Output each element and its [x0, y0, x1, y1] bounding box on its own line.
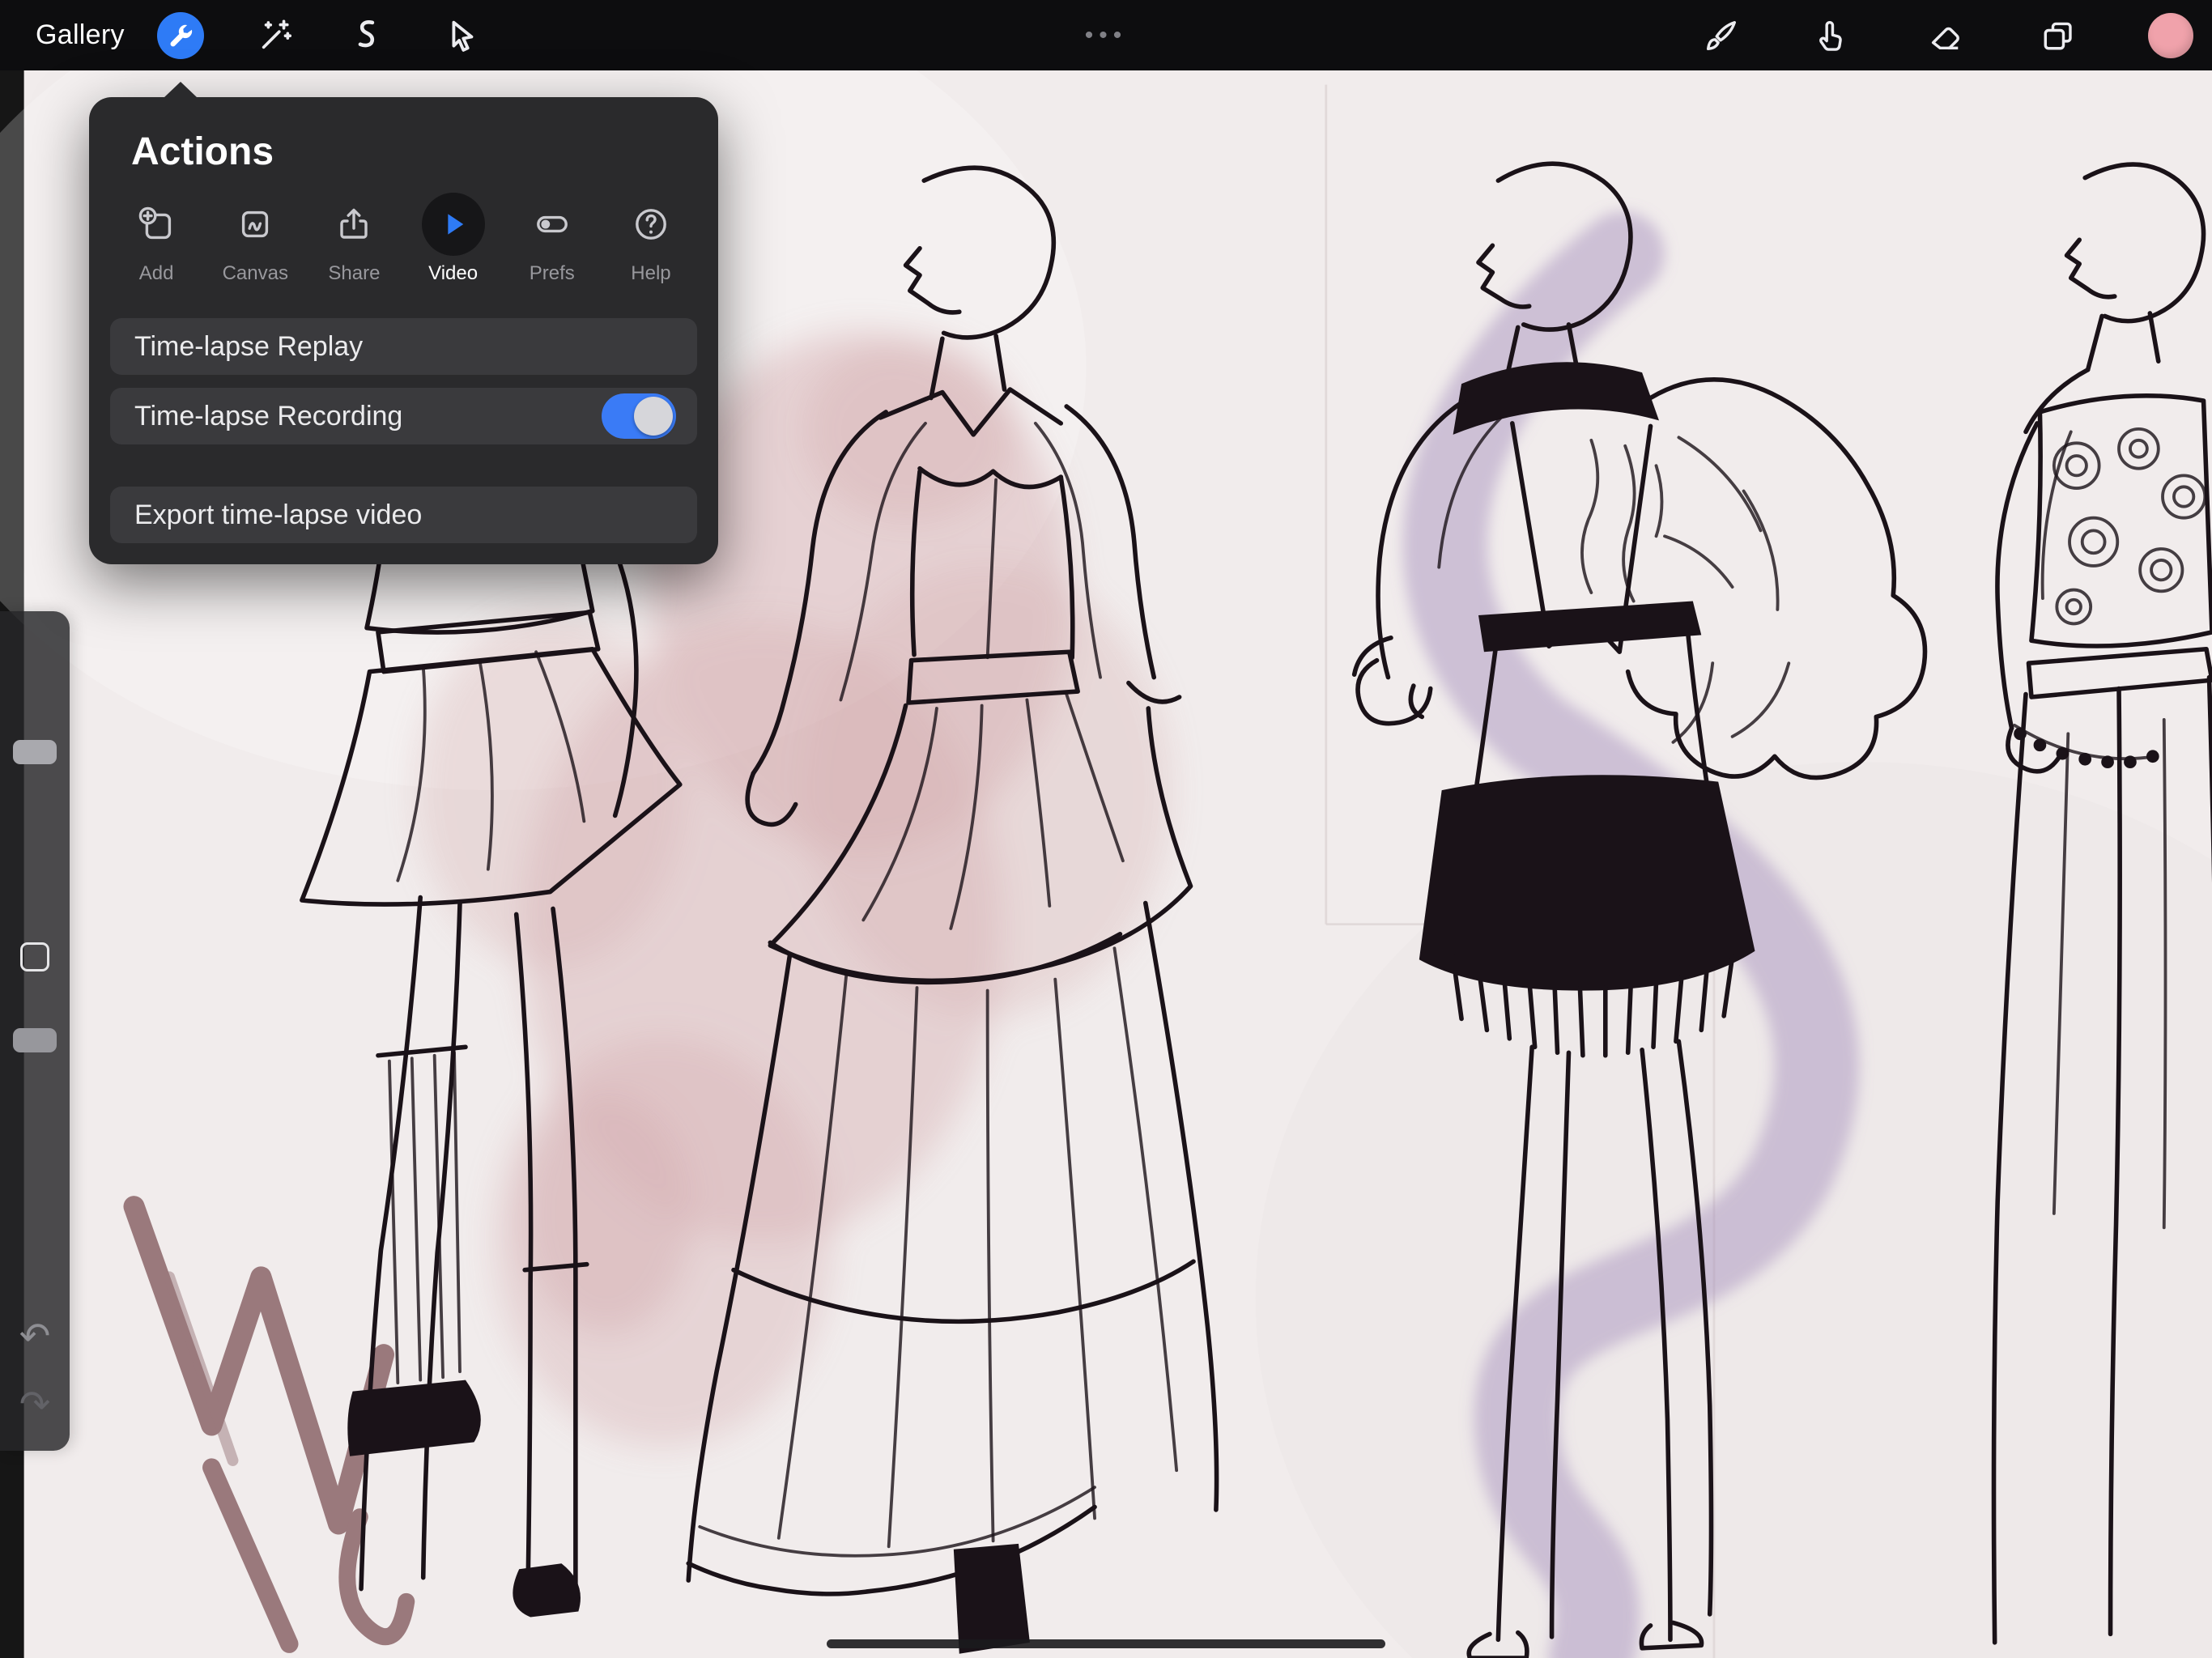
popup-title: Actions	[131, 130, 274, 174]
redo-icon[interactable]: ↷	[19, 1385, 51, 1422]
toggle-knob	[634, 397, 673, 436]
arrow-cursor-icon	[443, 17, 480, 54]
timelapse-recording-toggle[interactable]	[602, 393, 676, 439]
opacity-handle[interactable]	[13, 1028, 57, 1052]
top-toolbar: Gallery •••	[0, 0, 2212, 70]
tab-canvas[interactable]: Canvas	[206, 193, 304, 295]
actions-tabs: Add Canvas Share Video	[107, 193, 700, 295]
add-icon	[137, 205, 176, 244]
sidebar: ↶ ↷	[0, 611, 70, 1451]
tab-prefs[interactable]: Prefs	[503, 193, 602, 295]
brush-size-slider[interactable]	[0, 611, 70, 927]
tab-help[interactable]: Help	[602, 193, 700, 295]
color-swatch	[2148, 13, 2193, 58]
layers-icon	[2040, 17, 2077, 54]
erase-button[interactable]	[1908, 0, 1981, 70]
home-indicator[interactable]	[827, 1639, 1385, 1648]
share-icon	[334, 205, 373, 244]
timelapse-recording-label: Time-lapse Recording	[134, 401, 402, 432]
eraser-icon	[1926, 17, 1963, 54]
layers-button[interactable]	[2022, 0, 2095, 70]
magic-wand-icon	[257, 17, 294, 54]
tab-video[interactable]: Video	[404, 193, 503, 295]
active-tool-highlight	[157, 12, 204, 59]
paint-brush-button[interactable]	[1685, 0, 1758, 70]
help-icon	[632, 205, 670, 244]
opacity-slider[interactable]	[0, 980, 70, 1182]
undo-icon[interactable]: ↶	[19, 1317, 51, 1354]
export-timelapse-label: Export time-lapse video	[134, 500, 422, 531]
wrench-icon	[166, 21, 195, 50]
canvas-options-handle[interactable]: •••	[1070, 0, 1142, 70]
timelapse-replay-row[interactable]: Time-lapse Replay	[110, 318, 697, 375]
actions-button[interactable]	[144, 0, 217, 70]
timelapse-replay-label: Time-lapse Replay	[134, 331, 363, 363]
timelapse-recording-row: Time-lapse Recording	[110, 388, 697, 444]
transform-button[interactable]	[425, 0, 498, 70]
selection-button[interactable]	[330, 0, 403, 70]
tab-add[interactable]: Add	[107, 193, 206, 295]
canvas-icon	[236, 205, 274, 244]
actions-popup: Actions Add Canvas Share	[89, 97, 718, 564]
gallery-button[interactable]: Gallery	[36, 0, 125, 70]
modify-button[interactable]	[20, 942, 49, 971]
video-play-icon	[436, 207, 470, 241]
procreate-screen: Gallery •••	[0, 0, 2212, 1658]
smudge-button[interactable]	[1793, 0, 1866, 70]
selection-s-icon	[348, 17, 385, 54]
brush-size-handle[interactable]	[13, 740, 57, 764]
prefs-toggle-icon	[533, 205, 572, 244]
brush-icon	[1703, 17, 1740, 54]
export-timelapse-row[interactable]: Export time-lapse video	[110, 487, 697, 543]
tab-share[interactable]: Share	[304, 193, 403, 295]
adjustments-button[interactable]	[239, 0, 312, 70]
smudge-finger-icon	[1811, 17, 1848, 54]
color-button[interactable]	[2134, 0, 2207, 70]
